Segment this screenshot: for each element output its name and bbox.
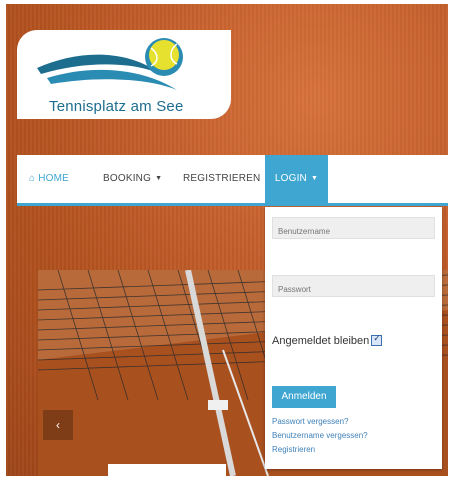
nav-home-label: HOME: [38, 173, 70, 184]
forgot-password-link[interactable]: Passwort vergessen?: [272, 417, 348, 426]
login-dropdown: Angemeldet bleiben Anmelden Passwort ver…: [265, 207, 442, 469]
nav-booking-label: BOOKING: [103, 173, 152, 184]
nav-register[interactable]: REGISTRIEREN: [183, 155, 260, 203]
caret-down-icon: ▼: [310, 175, 319, 182]
home-icon: ⌂: [29, 173, 36, 184]
slider-caption-box: [108, 464, 226, 479]
register-link[interactable]: Registrieren: [272, 445, 315, 454]
login-button[interactable]: Anmelden: [272, 386, 336, 408]
password-field[interactable]: [272, 275, 435, 297]
nav-home[interactable]: ⌂ HOME: [29, 155, 69, 203]
slider-prev-arrow[interactable]: ‹: [43, 410, 73, 440]
nav-register-label: REGISTRIEREN: [183, 173, 261, 184]
site-logo[interactable]: Tennisplatz am See: [17, 30, 231, 119]
remember-me-checkbox[interactable]: [371, 333, 383, 346]
nav-login-label: LOGIN: [274, 173, 307, 184]
nav-login[interactable]: LOGIN ▼: [265, 155, 328, 203]
remember-me-label: Angemeldet bleiben: [272, 335, 370, 347]
forgot-username-link[interactable]: Benutzername vergessen?: [272, 431, 368, 440]
logo-text: Tennisplatz am See: [49, 98, 184, 115]
remember-me[interactable]: Angemeldet bleiben: [272, 333, 383, 347]
nav-booking[interactable]: BOOKING ▼: [103, 155, 162, 203]
caret-down-icon: ▼: [155, 175, 163, 182]
username-field[interactable]: [272, 217, 435, 239]
main-navbar: ⌂ HOME BOOKING ▼ REGISTRIEREN LOGIN ▼: [17, 155, 448, 206]
